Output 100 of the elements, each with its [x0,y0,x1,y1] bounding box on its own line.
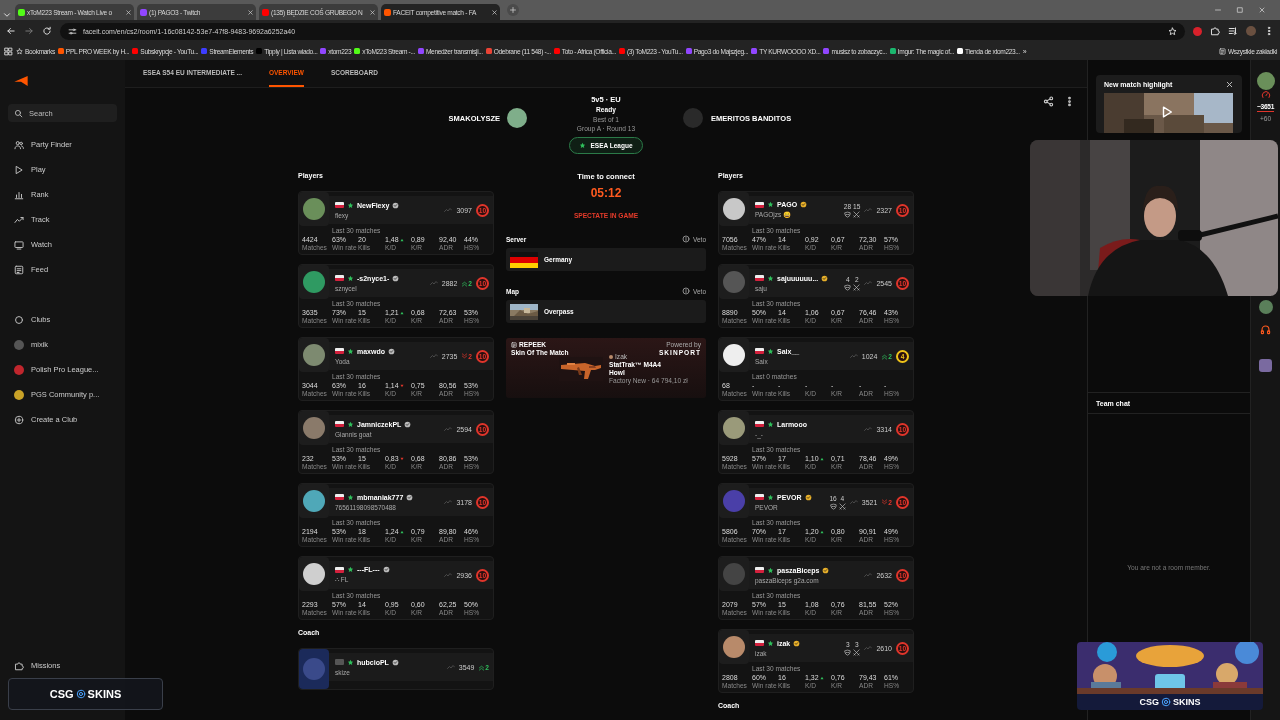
ring-icon [14,314,24,325]
trend-line-icon [446,663,455,671]
bar-chart-icon [14,189,24,200]
avatar [1246,26,1256,36]
star-icon [347,493,354,501]
share-icon[interactable] [1043,96,1054,107]
maximize-icon[interactable] [1236,6,1244,14]
star-icon [767,639,774,647]
play-icon[interactable] [1160,105,1174,119]
avatar [1259,359,1272,372]
brand-text: CSG [49,688,74,700]
close-icon[interactable] [1225,80,1234,89]
trend-line-icon [444,498,453,506]
avatar [303,417,325,439]
info-icon [682,287,690,295]
trend-line-icon [849,352,858,360]
trend-line-icon [864,425,873,433]
avatar [303,198,325,220]
trend-line-icon [429,279,438,287]
trend-line-icon [444,425,453,433]
avatar [303,563,325,585]
flag-icon [755,275,764,281]
star-icon [347,274,354,282]
puzzle-icon [14,660,24,671]
avatar [723,198,745,220]
gauge-icon [1260,90,1271,100]
star-icon [347,201,354,209]
reload-icon[interactable] [42,26,52,36]
countdown: 05:12 [589,186,623,200]
avatar [303,658,325,680]
play-icon [14,164,24,175]
star-icon [767,347,774,355]
star-icon[interactable] [1168,26,1177,36]
flag-icon [335,275,344,281]
flag-icon [335,348,344,354]
star-icon [347,420,354,428]
avatar [723,417,745,439]
puzzle-icon[interactable] [1210,26,1220,36]
search-icon [14,108,23,118]
club-avatar [14,389,24,400]
shield-icon [844,648,852,656]
avatar [1258,300,1273,314]
club-avatar [14,364,24,375]
avatar [723,490,745,512]
brand-text: SKINS [87,688,122,700]
trend-icon [14,214,24,225]
star-icon [767,420,774,428]
flag-icon [335,202,344,208]
avatar [609,355,613,359]
avatar [723,344,745,366]
star-icon [767,493,774,501]
shield-icon [844,283,852,291]
germany-flag-icon [510,251,538,268]
tune-icon[interactable] [68,26,77,36]
flag-icon [755,348,764,354]
ad-banner[interactable]: CSG SKINS [1077,642,1263,710]
apps-icon[interactable] [4,46,13,56]
avatar [303,271,325,293]
star-icon [767,201,774,208]
avatar [723,271,745,293]
new-tab-button[interactable] [507,4,519,16]
avatar [723,563,745,585]
flag-icon [335,494,344,500]
flag-icon [755,494,764,500]
close-icon[interactable] [369,8,376,16]
plus-circle-icon [14,414,24,425]
close-icon[interactable] [247,8,254,16]
team-logo [507,108,527,128]
brand-text: CSG [1139,697,1159,707]
logo-icon [75,689,86,699]
flag-icon [335,566,344,573]
close-icon[interactable] [491,8,498,16]
flag-icon [755,421,764,427]
forward-icon[interactable] [24,26,34,36]
headset-icon[interactable] [1260,324,1271,335]
trend-line-icon [864,206,873,214]
star-icon [16,47,23,55]
list-icon [14,264,24,275]
chevron-down-icon[interactable] [2,10,12,20]
crossed-swords-icon [838,502,846,510]
trend-line-icon [444,571,453,579]
crossed-swords-icon [853,648,861,656]
media-icon[interactable] [1228,26,1238,36]
trend-line-icon [444,206,453,214]
logo-icon[interactable] [14,76,28,86]
crossed-swords-icon [853,210,861,218]
trend-line-icon [864,644,873,652]
avatar [1256,72,1275,90]
close-icon[interactable] [125,8,132,16]
avatar [303,490,325,512]
trend-line-icon [864,571,873,579]
back-icon[interactable] [6,26,16,36]
tv-icon [14,239,24,250]
club-avatar [14,339,24,350]
trend-line-icon [429,352,438,360]
plus-icon [509,6,517,14]
logo-icon [1161,697,1171,707]
brand-text: SKINS [1173,697,1201,707]
logo-icon [511,342,517,348]
star-icon [767,566,774,574]
